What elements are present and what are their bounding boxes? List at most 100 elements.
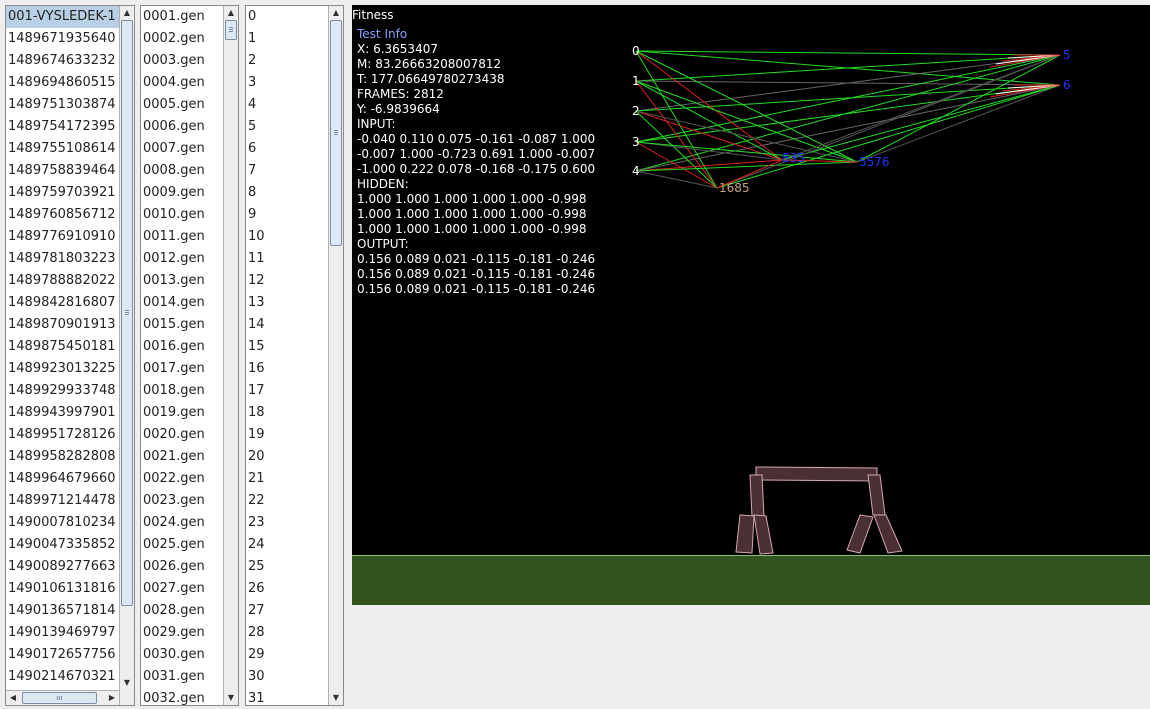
list-item[interactable]: 0001.gen [141,6,223,28]
scroll-thumb[interactable] [121,20,133,606]
list-item[interactable]: 1489951728126 [6,424,119,446]
list-item[interactable]: 29 [246,644,328,666]
list-item[interactable]: 0004.gen [141,72,223,94]
list-item[interactable]: 0014.gen [141,292,223,314]
list-item[interactable]: 1489781803223 [6,248,119,270]
list-item[interactable]: 6 [246,138,328,160]
list-item[interactable]: 1489755108614 [6,138,119,160]
list-item[interactable]: 21 [246,468,328,490]
list-item[interactable]: 0024.gen [141,512,223,534]
list-item[interactable]: 1490136571814 [6,600,119,622]
list-item[interactable]: 30 [246,666,328,688]
list-item[interactable]: 0031.gen [141,666,223,688]
list-item[interactable]: 0016.gen [141,336,223,358]
scroll-thumb[interactable] [330,20,342,246]
list-item[interactable]: 1490106131816 [6,578,119,600]
horizontal-scroll-thumb[interactable] [22,692,97,704]
list-item[interactable]: 19 [246,424,328,446]
list-item[interactable]: 1489788882022 [6,270,119,292]
list-item[interactable]: 1 [246,28,328,50]
list-item[interactable]: 1490139469797 [6,622,119,644]
list-item[interactable]: 20 [246,446,328,468]
list-item[interactable]: 1489923013225 [6,358,119,380]
list-item[interactable]: 1489964679660 [6,468,119,490]
list-item[interactable]: 16 [246,358,328,380]
list-item[interactable]: 1489758839464 [6,160,119,182]
list-item[interactable]: 0010.gen [141,204,223,226]
list-item[interactable]: 25 [246,556,328,578]
list-item[interactable]: 0029.gen [141,622,223,644]
list-item[interactable]: 14 [246,314,328,336]
list-item[interactable]: 17 [246,380,328,402]
list-item[interactable]: 31 [246,688,328,705]
list-item[interactable]: 0022.gen [141,468,223,490]
generations-list[interactable]: 0001.gen 0002.gen 0003.gen 0004.gen 0005.gen… [140,5,239,706]
list-item[interactable]: 1489760856712 [6,204,119,226]
list-item[interactable]: 1489759703921 [6,182,119,204]
list-item[interactable]: 0015.gen [141,314,223,336]
list-item[interactable]: 1489971214478 [6,490,119,512]
scroll-up-arrow-icon[interactable]: ▲ [329,6,343,20]
list-item[interactable]: 28 [246,622,328,644]
list-item[interactable]: 27 [246,600,328,622]
list-item[interactable]: 0021.gen [141,446,223,468]
list-item[interactable]: 10 [246,226,328,248]
list-item[interactable]: 0018.gen [141,380,223,402]
scroll-right-arrow-icon[interactable]: ▶ [105,691,119,705]
scroll-thumb[interactable] [225,20,237,40]
list-item[interactable]: 1489674633232 [6,50,119,72]
list-item[interactable]: 1490172657756 [6,644,119,666]
list-item[interactable]: 7 [246,160,328,182]
list-item[interactable]: 11 [246,248,328,270]
list-item[interactable]: 0025.gen [141,534,223,556]
list-item[interactable]: 18 [246,402,328,424]
list-item[interactable]: 24 [246,534,328,556]
results-vertical-scrollbar[interactable]: ▲ ▼ [119,6,134,705]
simulation-view[interactable]: 0 1 2 3 4 5 6 835 5576 1685 Fitness Test Info X: … [352,5,1150,605]
list-item[interactable]: 0017.gen [141,358,223,380]
list-item[interactable]: 0023.gen [141,490,223,512]
scroll-down-arrow-icon[interactable]: ▼ [224,691,238,705]
list-item[interactable]: 5 [246,116,328,138]
list-item[interactable]: 0002.gen [141,28,223,50]
list-item[interactable]: 0028.gen [141,600,223,622]
scroll-up-arrow-icon[interactable]: ▲ [120,6,134,20]
list-item[interactable]: 3 [246,72,328,94]
list-item[interactable]: 1489671935640 [6,28,119,50]
list-item[interactable]: 1489751303874 [6,94,119,116]
scroll-left-arrow-icon[interactable]: ◀ [6,691,20,705]
list-item[interactable]: 8 [246,182,328,204]
list-item[interactable]: 0005.gen [141,94,223,116]
individuals-vertical-scrollbar[interactable]: ▲ ▼ [328,6,343,705]
list-item[interactable]: 0009.gen [141,182,223,204]
list-item[interactable]: 22 [246,490,328,512]
list-item[interactable]: 0008.gen [141,160,223,182]
list-item[interactable]: 1489875450181 [6,336,119,358]
list-item[interactable]: 0011.gen [141,226,223,248]
list-item[interactable]: 0032.gen [141,688,223,705]
scroll-up-arrow-icon[interactable]: ▲ [224,6,238,20]
list-item[interactable]: 1489754172395 [6,116,119,138]
list-item[interactable]: 13 [246,292,328,314]
list-item[interactable]: 1489958282808 [6,446,119,468]
list-item[interactable]: 0013.gen [141,270,223,292]
list-item[interactable]: 9 [246,204,328,226]
list-item[interactable]: 0 [246,6,328,28]
list-item[interactable]: 1490047335852 [6,534,119,556]
list-item[interactable]: 1489929933748 [6,380,119,402]
list-item[interactable]: 0030.gen [141,644,223,666]
list-item[interactable]: 0020.gen [141,424,223,446]
list-item[interactable]: 23 [246,512,328,534]
list-item[interactable]: 2 [246,50,328,72]
list-item[interactable]: 0019.gen [141,402,223,424]
list-item[interactable]: 0026.gen [141,556,223,578]
list-item[interactable]: 0006.gen [141,116,223,138]
individuals-list[interactable]: 0 1 2 3 4 5 6 7 8 9 10 11 12 13 14 15 16 17 18 19 20 21 22 23 24… [245,5,344,706]
scroll-down-arrow-icon[interactable]: ▼ [120,676,134,690]
list-item[interactable]: 0007.gen [141,138,223,160]
list-item[interactable]: 15 [246,336,328,358]
results-list[interactable]: 001-VYSLEDEK-1 1489671935640 1489674633232… [5,5,135,706]
list-item[interactable]: 1489842816807 [6,292,119,314]
list-item[interactable]: 0012.gen [141,248,223,270]
list-item[interactable]: 1490214670321 [6,666,119,688]
